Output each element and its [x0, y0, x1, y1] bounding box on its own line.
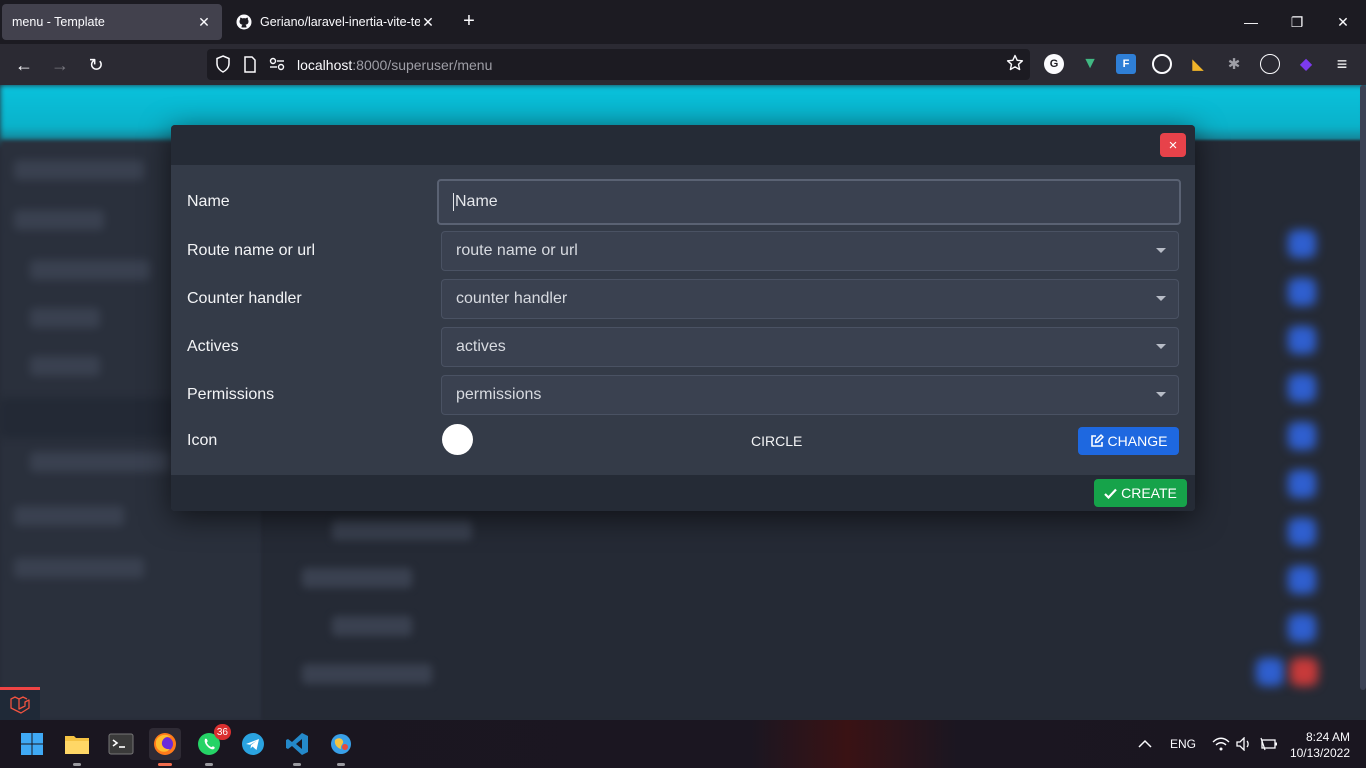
tab-close-icon[interactable]: ✕: [196, 14, 212, 30]
windows-taskbar: 36 ENG 8:24 AM 10/13/2022: [0, 720, 1366, 768]
clock-date: 10/13/2022: [1289, 746, 1350, 760]
active-indicator: [158, 763, 172, 766]
actives-label: Actives: [187, 338, 239, 355]
grammarly-extension-icon[interactable]: G: [1044, 54, 1064, 74]
tab-menu-template[interactable]: menu - Template ✕: [2, 4, 222, 40]
shield-icon[interactable]: [215, 55, 231, 78]
vue-devtools-icon[interactable]: ▼: [1080, 54, 1100, 74]
permissions-label: Permissions: [187, 386, 275, 403]
telegram-icon[interactable]: [237, 728, 269, 760]
permissions-icon[interactable]: [269, 57, 285, 76]
url-text[interactable]: localhost:8000/superuser/menu: [297, 57, 492, 73]
volume-icon[interactable]: [1236, 720, 1252, 768]
route-select-placeholder: route name or url: [456, 242, 578, 259]
tab-close-icon[interactable]: ✕: [420, 14, 436, 30]
clock-time: 8:24 AM: [1305, 730, 1350, 744]
reload-icon[interactable]: ↻: [83, 52, 109, 78]
running-indicator: [205, 763, 213, 766]
screen: menu - Template ✕ Geriano/laravel-inerti…: [0, 0, 1366, 768]
cookie-extension-icon[interactable]: [1152, 54, 1172, 74]
check-icon: [1104, 488, 1117, 499]
forward-icon[interactable]: →: [47, 52, 73, 78]
notification-badge: 36: [213, 724, 231, 740]
terminal-icon[interactable]: [105, 728, 137, 760]
whatsapp-icon[interactable]: 36: [193, 724, 231, 766]
globe-extension-icon[interactable]: [1260, 54, 1280, 74]
actives-select[interactable]: actives: [441, 327, 1179, 367]
circle-icon-preview: [442, 424, 473, 455]
modal-footer: [171, 475, 1195, 511]
create-button[interactable]: CREATE: [1094, 479, 1187, 507]
name-input-value: Name: [455, 193, 498, 210]
file-explorer-icon[interactable]: [61, 728, 93, 766]
windows-start-icon[interactable]: [16, 728, 48, 760]
page-scrollbar[interactable]: [1360, 85, 1366, 690]
url-host: localhost: [297, 56, 353, 73]
text-caret: [453, 193, 454, 211]
minimize-icon[interactable]: —: [1228, 0, 1274, 44]
running-indicator: [73, 763, 81, 766]
change-icon-button[interactable]: CHANGE: [1078, 427, 1179, 455]
route-label: Route name or url: [187, 242, 316, 259]
system-clock[interactable]: 8:24 AM 10/13/2022: [1290, 729, 1350, 761]
permissions-select-placeholder: permissions: [456, 386, 542, 403]
window-close-icon[interactable]: ✕: [1320, 0, 1366, 44]
counter-select-placeholder: counter handler: [456, 290, 568, 307]
chevron-up-icon: [1138, 739, 1152, 748]
name-label: Name: [187, 193, 230, 210]
create-button-label: CREATE: [1121, 485, 1177, 501]
bug-extension-icon[interactable]: ✱: [1224, 54, 1244, 74]
page-icon[interactable]: [243, 56, 257, 78]
battery-icon[interactable]: [1260, 720, 1278, 768]
modal-header: ×: [171, 125, 1195, 165]
running-indicator: [293, 763, 301, 766]
icon-name-text: CIRCLE: [751, 433, 803, 449]
url-path: :8000/superuser/menu: [352, 56, 493, 73]
tab-github-repo[interactable]: Geriano/laravel-inertia-vite-tem ✕: [226, 4, 446, 40]
actives-select-placeholder: actives: [456, 338, 506, 355]
purple-extension-icon[interactable]: ◆: [1296, 54, 1316, 74]
chevron-down-icon: [1156, 344, 1166, 349]
tab-title: menu - Template: [12, 15, 105, 29]
bird-extension-icon[interactable]: ◣: [1188, 54, 1208, 74]
github-icon: [236, 14, 252, 30]
vscode-icon[interactable]: [281, 728, 313, 766]
counter-handler-select[interactable]: counter handler: [441, 279, 1179, 319]
browser-tab-bar: menu - Template ✕ Geriano/laravel-inerti…: [0, 0, 1366, 44]
new-tab-icon[interactable]: +: [458, 11, 480, 33]
firefox-icon[interactable]: [149, 728, 181, 766]
bookmark-star-icon[interactable]: [1006, 54, 1024, 77]
change-button-label: CHANGE: [1107, 433, 1168, 449]
laravel-icon[interactable]: [0, 687, 40, 720]
name-input[interactable]: Name: [437, 179, 1181, 225]
icon-label: Icon: [187, 432, 218, 449]
browser-nav-bar: ← → ↻ localhost:8000/superuser/menu G ▼ …: [0, 44, 1366, 85]
restore-icon[interactable]: ❐: [1274, 0, 1320, 44]
hamburger-menu-icon[interactable]: ≡: [1332, 54, 1352, 74]
permissions-select[interactable]: permissions: [441, 375, 1179, 415]
language-indicator[interactable]: ENG: [1170, 720, 1196, 768]
url-bar[interactable]: localhost:8000/superuser/menu: [207, 49, 1030, 80]
chevron-down-icon: [1156, 392, 1166, 397]
counter-label: Counter handler: [187, 290, 302, 307]
maps-app-icon[interactable]: [325, 728, 357, 766]
modal-close-button[interactable]: ×: [1160, 133, 1186, 157]
running-indicator: [337, 763, 345, 766]
tab-title: Geriano/laravel-inertia-vite-tem: [260, 15, 420, 29]
show-hidden-icons[interactable]: [1138, 720, 1152, 768]
back-icon[interactable]: ←: [11, 52, 37, 78]
edit-icon: [1090, 434, 1104, 447]
wifi-icon[interactable]: [1212, 720, 1230, 768]
route-select[interactable]: route name or url: [441, 231, 1179, 271]
fonts-extension-icon[interactable]: F: [1116, 54, 1136, 74]
create-menu-modal: × Name Name Route name or url route name…: [171, 125, 1195, 511]
chevron-down-icon: [1156, 296, 1166, 301]
chevron-down-icon: [1156, 248, 1166, 253]
close-icon: ×: [1168, 136, 1178, 154]
